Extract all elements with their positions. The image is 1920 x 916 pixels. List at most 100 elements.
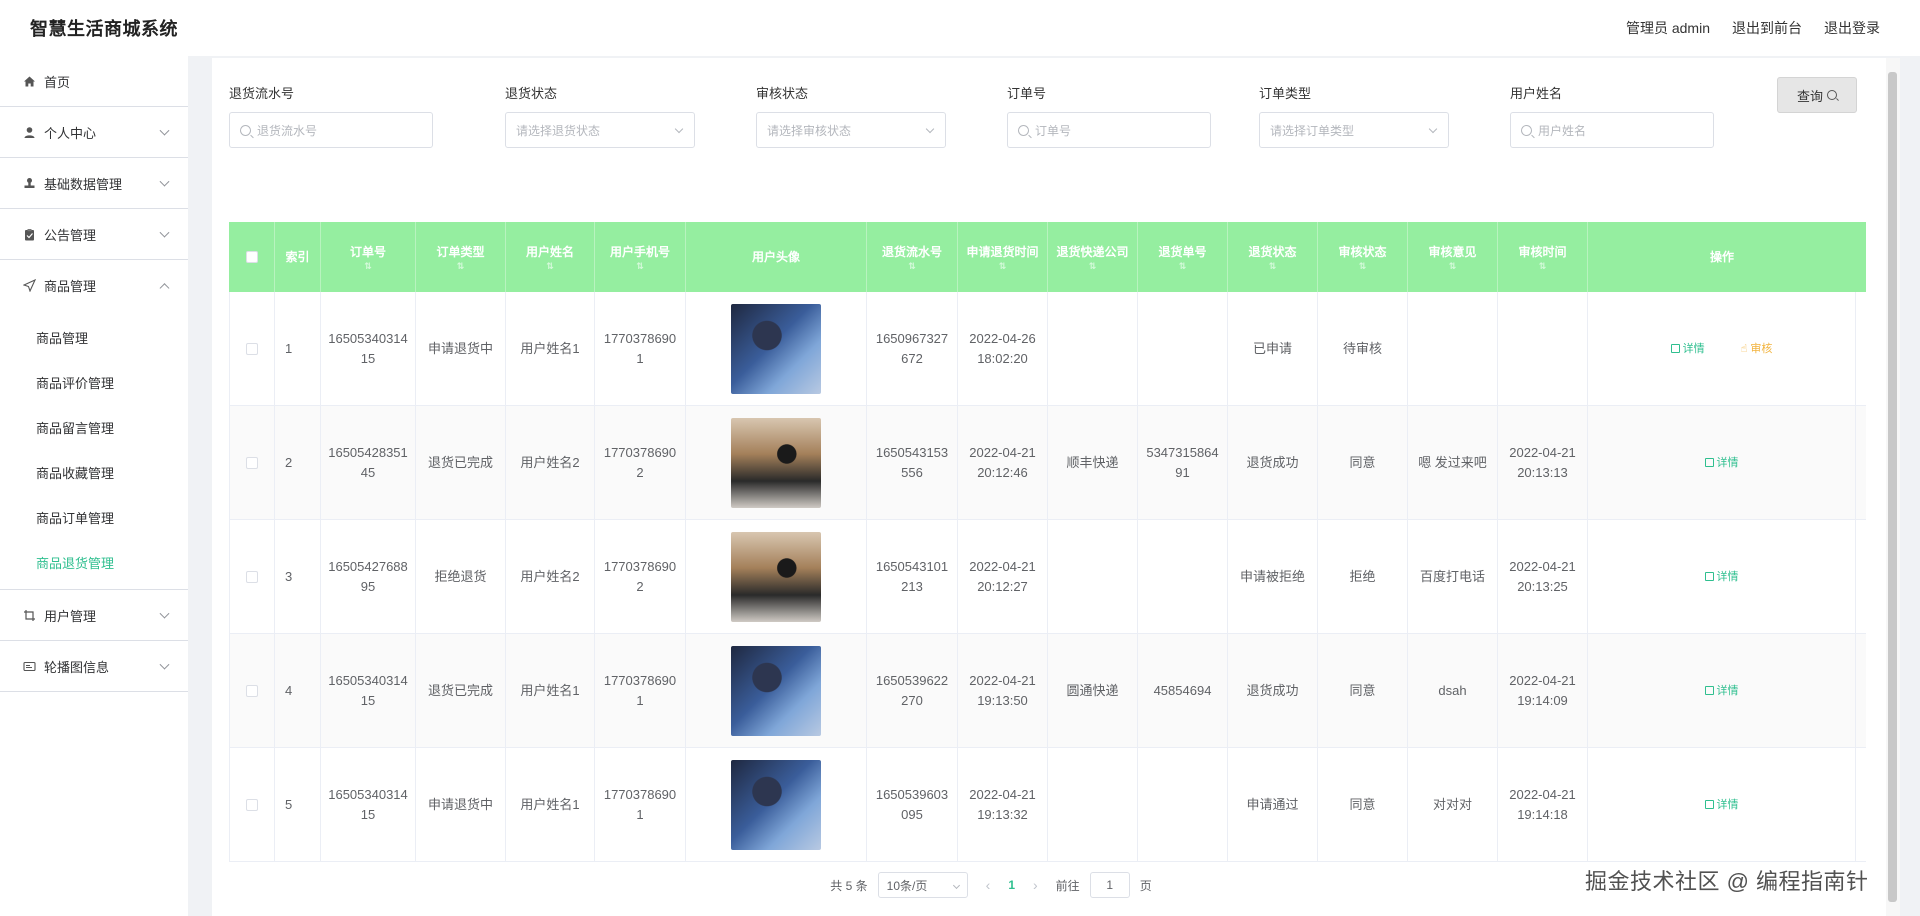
row-checkbox[interactable] (246, 456, 258, 469)
avatar-cell (686, 406, 867, 519)
col-index[interactable]: 索引 (275, 222, 321, 292)
return-no-input[interactable]: 退货流水号 (229, 112, 433, 148)
index-cell: 4 (275, 634, 321, 747)
audit-time-cell: 2022-04-21 19:14:18 (1498, 748, 1588, 861)
user-name-cell: 用户姓名1 (506, 292, 595, 405)
col-return-status[interactable]: 退货状态 ⇅ (1228, 222, 1318, 292)
apply-time-cell: 2022-04-21 19:13:32 (958, 748, 1048, 861)
col-order-no[interactable]: 订单号 ⇅ (321, 222, 416, 292)
detail-button[interactable]: 详情 (1670, 339, 1705, 359)
submenu-item-goods-favorite[interactable]: 商品收藏管理 (0, 450, 188, 495)
sort-icon: ⇅ (1178, 261, 1187, 271)
detail-button[interactable]: 详情 (1704, 681, 1739, 701)
search-icon (1827, 90, 1837, 100)
return-status-select[interactable]: 请选择退货状态 (505, 112, 695, 148)
audit-button[interactable]: ☝ 审核 (1741, 339, 1773, 359)
submenu-item-goods-review[interactable]: 商品评价管理 (0, 360, 188, 405)
audit-time-cell (1498, 292, 1588, 405)
prev-page-button[interactable]: ‹ (978, 877, 999, 893)
col-audit-note[interactable]: 审核意见 ⇅ (1408, 222, 1498, 292)
row-checkbox[interactable] (246, 684, 258, 697)
cell-text: 退货已完成 (427, 682, 493, 698)
cell-text: 申请退货中 (427, 340, 493, 356)
filter-return-status: 退货状态 请选择退货状态 (505, 84, 695, 148)
sidebar-item-label: 商品管理 (44, 279, 97, 294)
cell-text: 用户姓名1 (520, 340, 580, 356)
return-no-cell: 1650539603095 (867, 748, 958, 861)
sidebar-item-goods[interactable]: 商品管理 (0, 260, 188, 311)
col-order-type[interactable]: 订单类型 ⇅ (416, 222, 506, 292)
sidebar-item-carousel[interactable]: 轮播图信息 (0, 641, 188, 692)
ship-no-cell (1138, 520, 1228, 633)
col-audit-status[interactable]: 审核状态 ⇅ (1318, 222, 1408, 292)
cell-text: 申请被拒绝 (1239, 568, 1305, 584)
search-icon (1018, 124, 1029, 136)
document-icon (1704, 686, 1714, 695)
submenu-item-goods-return[interactable]: 商品退货管理 (0, 540, 188, 585)
scrollbar[interactable] (1886, 58, 1900, 916)
audit-note-cell: dsah (1408, 634, 1498, 747)
ship-no-cell: 534731586491 (1138, 406, 1228, 519)
audit-note-cell (1408, 292, 1498, 405)
actions-cell: 详情 (1588, 634, 1856, 747)
apply-time-cell: 2022-04-21 20:12:27 (958, 520, 1048, 633)
logout-link[interactable]: 退出登录 (1824, 18, 1880, 38)
query-button[interactable]: 查询 (1777, 77, 1857, 113)
audit-status-select[interactable]: 请选择审核状态 (756, 112, 946, 148)
sidebar-item-personal[interactable]: 个人中心 (0, 107, 188, 158)
return-status-cell: 申请通过 (1228, 748, 1318, 861)
detail-button[interactable]: 详情 (1704, 795, 1739, 815)
cell-text: 用户姓名2 (520, 568, 580, 584)
col-ship-no[interactable]: 退货单号 ⇅ (1138, 222, 1228, 292)
col-user-avatar[interactable]: 用户头像 (686, 222, 867, 292)
user-name-input[interactable]: 用户姓名 (1510, 112, 1714, 148)
col-user-phone[interactable]: 用户手机号 ⇅ (595, 222, 686, 292)
sidebar-item-notice[interactable]: 公告管理 (0, 209, 188, 260)
audit-note-cell: 对对对 (1408, 748, 1498, 861)
col-apply-time[interactable]: 申请退货时间 ⇅ (958, 222, 1048, 292)
col-audit-time[interactable]: 审核时间 ⇅ (1498, 222, 1588, 292)
submenu-item-goods-message[interactable]: 商品留言管理 (0, 405, 188, 450)
cell-text: 17703786902 (603, 444, 677, 480)
sidebar-item-basic-data[interactable]: 基础数据管理 (0, 158, 188, 209)
col-user-name[interactable]: 用户姓名 ⇅ (506, 222, 595, 292)
sidebar-item-label: 个人中心 (44, 125, 97, 141)
row-checkbox[interactable] (246, 342, 258, 355)
goto-suffix: 页 (1139, 878, 1152, 893)
row-checkbox-cell (229, 634, 275, 747)
apply-time-cell: 2022-04-21 20:12:46 (958, 406, 1048, 519)
filter-order-no: 订单号 订单号 (1007, 84, 1211, 148)
col-courier[interactable]: 退货快递公司 ⇅ (1048, 222, 1138, 292)
audit-status-cell: 拒绝 (1318, 520, 1408, 633)
sidebar-item-label: 轮播图信息 (44, 659, 110, 675)
row-checkbox[interactable] (246, 798, 258, 811)
cell-text: 2022-04-21 19:13:50 (969, 672, 1036, 708)
sidebar-item-home[interactable]: 首页 (0, 56, 188, 107)
next-page-button[interactable]: › (1025, 877, 1046, 893)
cell-text: 1650539603095 (875, 786, 949, 822)
document-icon (1670, 344, 1680, 353)
document-icon (1704, 458, 1714, 467)
col-return-no[interactable]: 退货流水号 ⇅ (867, 222, 958, 292)
goto-page-input[interactable]: 1 (1089, 872, 1130, 898)
select-all-checkbox[interactable] (245, 251, 258, 263)
page-number-current[interactable]: 1 (1008, 878, 1015, 892)
detail-button[interactable]: 详情 (1704, 567, 1739, 587)
table-row: 2 1650542835145 退货已完成 用户姓名2 17703786902 16505… (229, 406, 1866, 520)
back-to-front-link[interactable]: 退出到前台 (1732, 18, 1802, 38)
order-no-input[interactable]: 订单号 (1007, 112, 1211, 148)
courier-cell (1048, 520, 1138, 633)
cell-text: 1650539622270 (875, 672, 949, 708)
send-icon (22, 279, 36, 293)
submenu-item-goods-order[interactable]: 商品订单管理 (0, 495, 188, 540)
row-checkbox[interactable] (246, 570, 258, 583)
return-status-cell: 退货成功 (1228, 406, 1318, 519)
sidebar-item-users[interactable]: 用户管理 (0, 590, 188, 641)
order-type-select[interactable]: 请选择订单类型 (1259, 112, 1449, 148)
submenu-item-goods[interactable]: 商品管理 (0, 315, 188, 360)
scrollbar-thumb[interactable] (1888, 72, 1897, 902)
avatar (731, 759, 821, 850)
detail-button[interactable]: 详情 (1704, 453, 1739, 473)
page-size-select[interactable]: 10条/页 (877, 872, 968, 898)
sort-icon: ⇅ (1358, 261, 1367, 271)
